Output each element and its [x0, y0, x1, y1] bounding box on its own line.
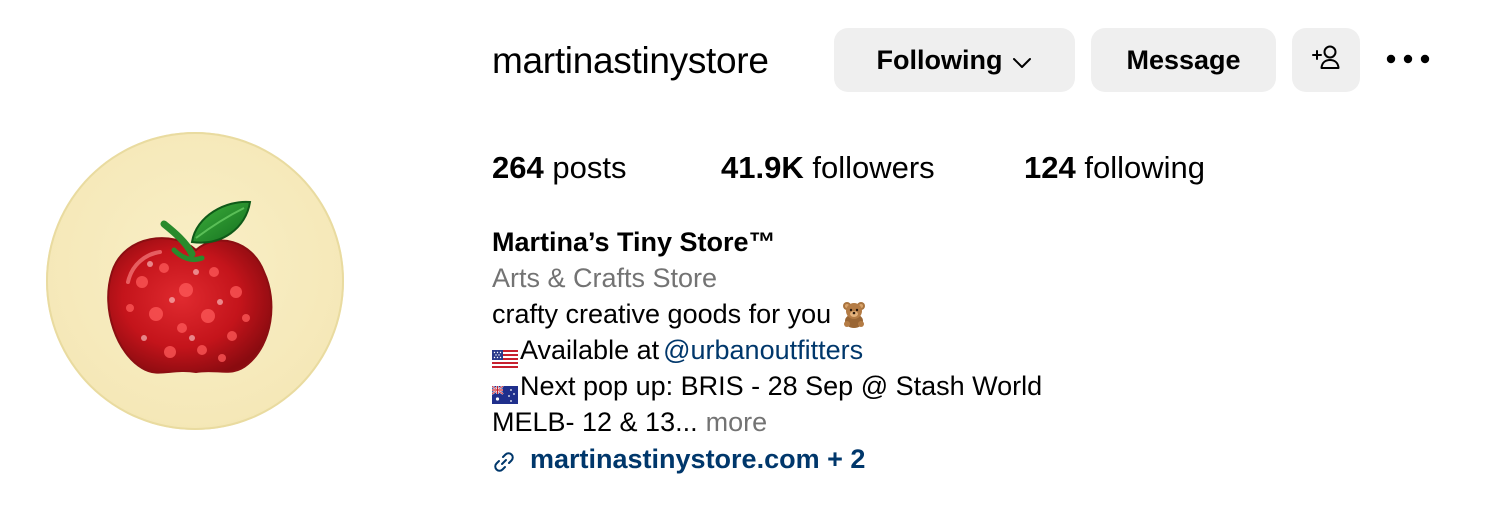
- following-button[interactable]: Following: [834, 28, 1075, 92]
- profile-bio: Martina’s Tiny Store™ Arts & Crafts Stor…: [491, 224, 1043, 477]
- bio-line-availability: Available at @urbanoutfitters: [492, 332, 1042, 368]
- teddy-bear-icon: [839, 299, 869, 329]
- apple-image: [107, 200, 273, 374]
- following-count: 124: [1024, 150, 1076, 185]
- add-person-icon: [1311, 44, 1341, 77]
- bio-line-melb: MELB- 12 & 13... more: [492, 404, 1042, 440]
- options-button[interactable]: [1380, 40, 1436, 80]
- followers-count: 41.9K: [721, 150, 804, 185]
- website-link[interactable]: martinastinystore.com + 2: [492, 441, 1042, 477]
- ellipsis-icon: [1386, 51, 1430, 69]
- profile-header: martinastinystore Following Message 264 …: [0, 0, 1486, 510]
- message-button[interactable]: Message: [1091, 28, 1276, 92]
- melb-text: MELB- 12 & 13...: [492, 407, 698, 437]
- availability-text: Available at: [520, 335, 660, 365]
- bio-line-tagline: crafty creative goods for you: [492, 296, 1042, 332]
- posts-stat: 264 posts: [492, 146, 626, 190]
- followers-label: followers: [812, 150, 935, 185]
- website-link-text: martinastinystore.com + 2: [530, 444, 866, 474]
- profile-category: Arts & Crafts Store: [492, 263, 718, 293]
- us-flag-icon: [492, 341, 518, 368]
- bio-more-link[interactable]: more: [706, 404, 768, 440]
- bio-tagline-text: crafty creative goods for you: [492, 299, 832, 329]
- link-icon: [492, 447, 516, 472]
- message-button-label: Message: [1126, 44, 1241, 75]
- following-button-label: Following: [876, 44, 1003, 75]
- posts-count: 264: [492, 150, 544, 185]
- bio-line-popup: Next pop up: BRIS - 28 Sep @ Stash World: [491, 368, 1043, 404]
- popup-text: Next pop up: BRIS - 28 Sep @ Stash World: [520, 371, 1043, 401]
- urbanoutfitters-mention-link[interactable]: @urbanoutfitters: [663, 332, 863, 368]
- following-stat[interactable]: 124 following: [1024, 146, 1205, 190]
- profile-avatar[interactable]: [46, 132, 344, 430]
- display-name: Martina’s Tiny Store™: [492, 227, 776, 257]
- australia-flag-icon: [491, 377, 518, 404]
- posts-label: posts: [552, 150, 627, 185]
- followers-stat[interactable]: 41.9K followers: [721, 146, 935, 190]
- username: martinastinystore: [492, 40, 769, 81]
- following-label: following: [1084, 150, 1205, 185]
- suggested-accounts-button[interactable]: [1292, 28, 1360, 92]
- chevron-down-icon: [1012, 45, 1032, 76]
